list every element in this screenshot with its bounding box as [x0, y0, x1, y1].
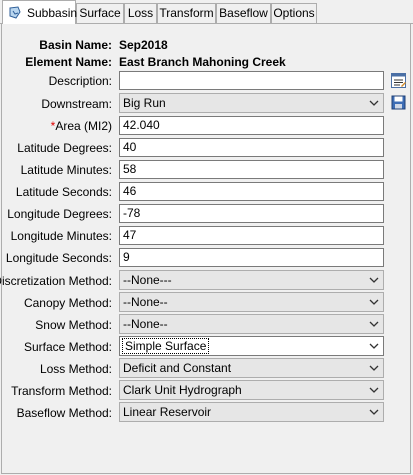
chevron-down-icon — [369, 409, 379, 415]
area-label-text: Area (MI2) — [55, 119, 112, 133]
baseflow-method-label: Baseflow Method: — [16, 406, 112, 420]
surface-method-select[interactable]: Simple Surface — [119, 336, 384, 356]
snow-method-value: --None-- — [123, 317, 168, 331]
latitude-seconds-field[interactable]: 46 — [119, 182, 384, 201]
discretization-method-value: --None--- — [123, 273, 172, 287]
latitude-seconds-label: Latitude Seconds: — [15, 185, 112, 199]
tab-loss[interactable]: Loss — [124, 3, 157, 23]
canopy-method-select[interactable]: --None-- — [119, 292, 384, 312]
tab-transform[interactable]: Transform — [157, 3, 216, 23]
area-field[interactable]: 42.040 — [119, 116, 384, 135]
tab-label: Loss — [127, 6, 154, 20]
tab-label: Options — [273, 6, 315, 20]
tab-label: Surface — [79, 6, 121, 20]
canopy-method-value: --None-- — [123, 295, 168, 309]
latitude-minutes-field[interactable]: 58 — [119, 160, 384, 179]
discretization-method-select[interactable]: --None--- — [119, 270, 384, 290]
transform-method-label: Transform Method: — [11, 384, 112, 398]
downstream-value: Big Run — [123, 96, 166, 110]
basin-name-value: Sep2018 — [119, 38, 168, 52]
surface-method-value: Simple Surface — [121, 338, 210, 354]
tab-surface[interactable]: Surface — [76, 3, 124, 23]
loss-method-label: Loss Method: — [39, 362, 112, 376]
discretization-method-label: Discretization Method: — [0, 274, 112, 288]
canopy-method-label: Canopy Method: — [23, 296, 112, 310]
description-label: Description: — [48, 74, 112, 88]
longitude-seconds-label: Longitude Seconds: — [5, 251, 112, 265]
area-label: *Area (MI2) — [51, 119, 112, 133]
chevron-down-icon — [369, 100, 379, 106]
baseflow-method-value: Linear Reservoir — [123, 405, 212, 419]
subbasin-panel: Basin Name: Sep2018 Element Name: East B… — [0, 24, 411, 474]
longitude-degrees-label: Longitude Degrees: — [7, 207, 112, 221]
transform-method-value: Clark Unit Hydrograph — [123, 383, 242, 397]
snow-method-select[interactable]: --None-- — [119, 314, 384, 334]
baseflow-method-select[interactable]: Linear Reservoir — [119, 402, 384, 422]
tab-options[interactable]: Options — [271, 3, 317, 23]
latitude-degrees-field[interactable]: 40 — [119, 138, 384, 157]
longitude-minutes-label: Longitude Minutes: — [10, 229, 112, 243]
tab-label: Subbasin — [27, 6, 78, 20]
latitude-degrees-label: Latitude Degrees: — [17, 141, 112, 155]
longitude-minutes-field[interactable]: 47 — [119, 226, 384, 245]
downstream-label: Downstream: — [41, 97, 112, 111]
chevron-down-icon — [369, 343, 379, 349]
tab-bar: Subbasin Surface Loss Transform Baseflow… — [0, 0, 413, 24]
tab-subbasin[interactable]: Subbasin — [2, 0, 78, 24]
chevron-down-icon — [369, 299, 379, 305]
longitude-seconds-field[interactable]: 9 — [119, 248, 384, 267]
edit-description-icon[interactable] — [390, 72, 407, 89]
tab-label: Transform — [159, 6, 214, 20]
snow-method-label: Snow Method: — [35, 318, 112, 332]
tab-label: Baseflow — [219, 6, 268, 20]
description-field[interactable] — [119, 71, 384, 90]
subbasin-icon — [9, 6, 21, 19]
chevron-down-icon — [369, 365, 379, 371]
element-name-value: East Branch Mahoning Creek — [119, 55, 286, 69]
chevron-down-icon — [369, 277, 379, 283]
downstream-select[interactable]: Big Run — [119, 93, 384, 113]
loss-method-select[interactable]: Deficit and Constant — [119, 358, 384, 378]
element-name-label: Element Name: — [25, 55, 112, 69]
loss-method-value: Deficit and Constant — [123, 361, 232, 375]
chevron-down-icon — [369, 321, 379, 327]
basin-name-label: Basin Name: — [39, 38, 112, 52]
surface-method-label: Surface Method: — [23, 340, 112, 354]
longitude-degrees-field[interactable]: -78 — [119, 204, 384, 223]
transform-method-select[interactable]: Clark Unit Hydrograph — [119, 380, 384, 400]
latitude-minutes-label: Latitude Minutes: — [20, 163, 112, 177]
tab-baseflow[interactable]: Baseflow — [216, 3, 271, 23]
save-icon[interactable] — [390, 94, 407, 111]
chevron-down-icon — [369, 387, 379, 393]
